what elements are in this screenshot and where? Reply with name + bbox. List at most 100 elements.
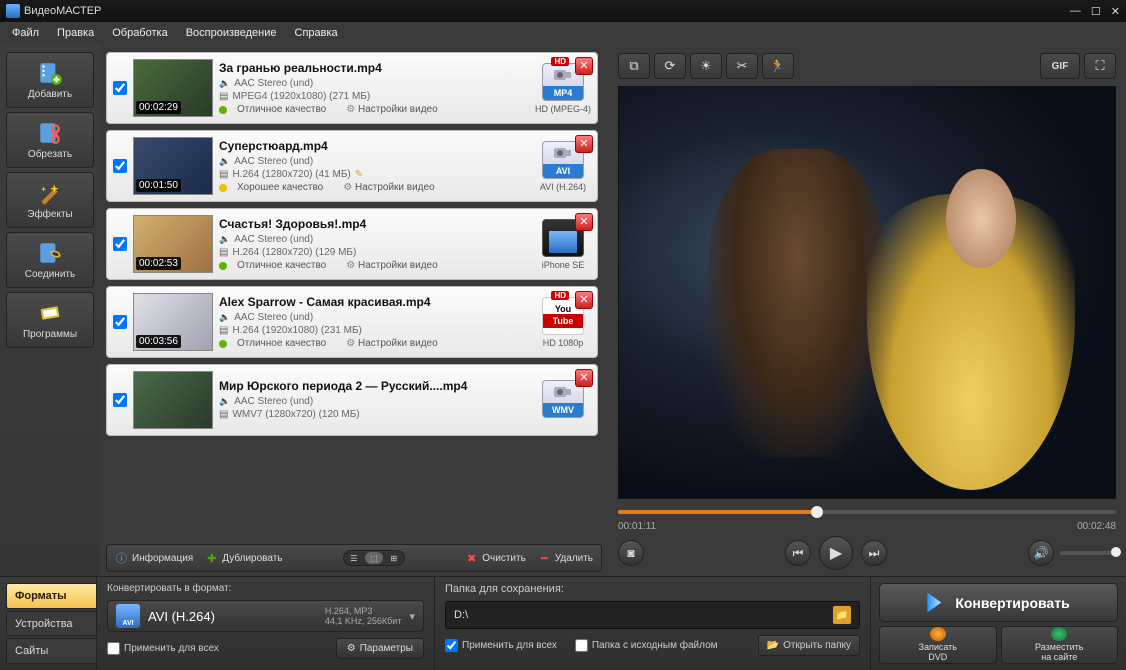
- tab-formats[interactable]: Форматы: [6, 583, 96, 609]
- tab-devices[interactable]: Устройства: [6, 611, 96, 637]
- burn-dvd-button[interactable]: Записать DVD: [879, 626, 997, 664]
- format-selector[interactable]: AVI AVI (H.264) H.264, MP3 44,1 KHz, 256…: [107, 600, 424, 632]
- file-thumbnail: 00:02:29: [133, 59, 213, 117]
- seek-slider[interactable]: [618, 505, 1116, 519]
- apply-all-format-checkbox[interactable]: Применить для всех: [107, 642, 219, 655]
- duplicate-button[interactable]: ✚Дублировать: [205, 552, 282, 565]
- file-checkbox[interactable]: [113, 315, 127, 329]
- params-button[interactable]: ⚙Параметры: [336, 638, 424, 659]
- publish-button[interactable]: Разместить на сайте: [1001, 626, 1119, 664]
- video-info: H.264 (1280x720) (129 МБ): [232, 247, 356, 258]
- gear-icon: [343, 182, 352, 193]
- settings-link[interactable]: Настройки видео: [358, 260, 438, 271]
- remove-item-button[interactable]: ✕: [575, 213, 593, 231]
- same-folder-checkbox[interactable]: Папка с исходным файлом: [575, 639, 718, 652]
- file-item[interactable]: Мир Юрского периода 2 — Русский....mp4 A…: [106, 364, 598, 436]
- snapshot-button[interactable]: ◙: [618, 540, 644, 566]
- sidebar-add[interactable]: Добавить: [6, 52, 94, 108]
- video-info: MPEG4 (1920x1080) (271 МБ): [232, 91, 370, 102]
- gear-icon: [346, 338, 355, 349]
- trim-tool-icon[interactable]: ✂: [726, 53, 758, 79]
- close-button[interactable]: ✕: [1111, 5, 1120, 18]
- add-film-icon: [37, 60, 63, 86]
- file-name: Суперстюард.mp4: [219, 139, 529, 153]
- video-preview[interactable]: [618, 86, 1116, 499]
- settings-link[interactable]: Настройки видео: [358, 104, 438, 115]
- quality-label: Отличное качество: [237, 260, 326, 271]
- remove-item-button[interactable]: ✕: [575, 291, 593, 309]
- audio-info: AAC Stereo (und): [234, 396, 313, 407]
- volume-button[interactable]: 🔊: [1028, 540, 1054, 566]
- tab-sites[interactable]: Сайты: [6, 638, 96, 664]
- film-icon: ▤: [219, 247, 228, 258]
- video-info: WMV7 (1280x720) (120 МБ): [232, 409, 359, 420]
- sidebar-join[interactable]: Соединить: [6, 232, 94, 288]
- crop-tool-icon[interactable]: ⧉: [618, 53, 650, 79]
- menu-file[interactable]: Файл: [4, 25, 47, 41]
- play-button[interactable]: ▶: [819, 536, 853, 570]
- hd-badge: HD: [551, 57, 569, 66]
- file-item[interactable]: 00:03:56 Alex Sparrow - Самая красивая.m…: [106, 286, 598, 358]
- info-button[interactable]: ⓘИнформация: [115, 552, 193, 565]
- bottom-tabs: Форматы Устройства Сайты: [0, 577, 96, 670]
- remove-item-button[interactable]: ✕: [575, 57, 593, 75]
- file-item[interactable]: 00:02:53 Счастья! Здоровья!.mp4 AAC Ster…: [106, 208, 598, 280]
- apply-all-folder-checkbox[interactable]: Применить для всех: [445, 639, 557, 652]
- speed-tool-icon[interactable]: 🏃: [762, 53, 794, 79]
- menu-edit[interactable]: Правка: [49, 25, 102, 41]
- file-list[interactable]: 00:02:29 За гранью реальности.mp4 AAC St…: [106, 52, 602, 538]
- duration-label: 00:02:53: [136, 257, 181, 270]
- view-mode-toggle[interactable]: ☰⬚⊞: [343, 550, 405, 566]
- prev-button[interactable]: ⏮: [785, 540, 811, 566]
- volume-slider[interactable]: [1060, 551, 1116, 555]
- convert-button[interactable]: Конвертировать: [879, 583, 1118, 622]
- sidebar-cut[interactable]: Обрезать: [6, 112, 94, 168]
- browse-folder-icon[interactable]: 📁: [833, 606, 851, 624]
- gear-icon: [346, 104, 355, 115]
- next-button[interactable]: ⏭: [861, 540, 887, 566]
- open-folder-button[interactable]: 📂Открыть папку: [758, 635, 860, 656]
- fullscreen-button[interactable]: ⛶: [1084, 53, 1116, 79]
- folder-input[interactable]: D:\ 📁: [445, 601, 860, 629]
- file-name: За гранью реальности.mp4: [219, 61, 529, 75]
- audio-info: AAC Stereo (und): [234, 156, 313, 167]
- rotate-tool-icon[interactable]: ⟳: [654, 53, 686, 79]
- menu-help[interactable]: Справка: [287, 25, 346, 41]
- remove-item-button[interactable]: ✕: [575, 369, 593, 387]
- settings-link[interactable]: Настройки видео: [355, 182, 435, 193]
- current-time: 00:01:11: [618, 521, 656, 532]
- remove-item-button[interactable]: ✕: [575, 135, 593, 153]
- menu-playback[interactable]: Воспроизведение: [178, 25, 285, 41]
- maximize-button[interactable]: ☐: [1091, 5, 1101, 18]
- sidebar-effects-label: Эффекты: [27, 209, 72, 220]
- quality-label: Отличное качество: [237, 104, 326, 115]
- folder-box: Папка для сохранения: D:\ 📁 Применить дл…: [434, 577, 870, 670]
- settings-link[interactable]: Настройки видео: [358, 338, 438, 349]
- speaker-icon: [219, 396, 230, 407]
- file-item[interactable]: 00:01:50 Суперстюард.mp4 AAC Stereo (und…: [106, 130, 598, 202]
- delete-button[interactable]: ━Удалить: [538, 552, 593, 565]
- sidebar-effects[interactable]: Эффекты: [6, 172, 94, 228]
- file-name: Alex Sparrow - Самая красивая.mp4: [219, 295, 529, 309]
- file-checkbox[interactable]: [113, 393, 127, 407]
- minus-icon: ━: [538, 552, 551, 565]
- gear-icon: ⚙: [347, 643, 356, 654]
- file-checkbox[interactable]: [113, 81, 127, 95]
- file-checkbox[interactable]: [113, 159, 127, 173]
- preview-toolbar: ⧉ ⟳ ☀ ✂ 🏃 GIF ⛶: [618, 52, 1116, 80]
- menu-bar: Файл Правка Обработка Воспроизведение Сп…: [0, 22, 1126, 44]
- file-checkbox[interactable]: [113, 237, 127, 251]
- sidebar: Добавить Обрезать Эффекты Соединить Прог…: [0, 44, 100, 576]
- disc-icon: [930, 627, 946, 641]
- menu-processing[interactable]: Обработка: [104, 25, 175, 41]
- minimize-button[interactable]: —: [1070, 5, 1081, 18]
- gif-button[interactable]: GIF: [1040, 53, 1080, 79]
- file-item[interactable]: 00:02:29 За гранью реальности.mp4 AAC St…: [106, 52, 598, 124]
- sidebar-programs[interactable]: Программы: [6, 292, 94, 348]
- video-info: H.264 (1280x720) (41 МБ): [232, 169, 350, 180]
- speaker-icon: [219, 312, 230, 323]
- file-thumbnail: [133, 371, 213, 429]
- gear-icon: [346, 260, 355, 271]
- brightness-tool-icon[interactable]: ☀: [690, 53, 722, 79]
- clear-button[interactable]: ✖Очистить: [465, 552, 526, 565]
